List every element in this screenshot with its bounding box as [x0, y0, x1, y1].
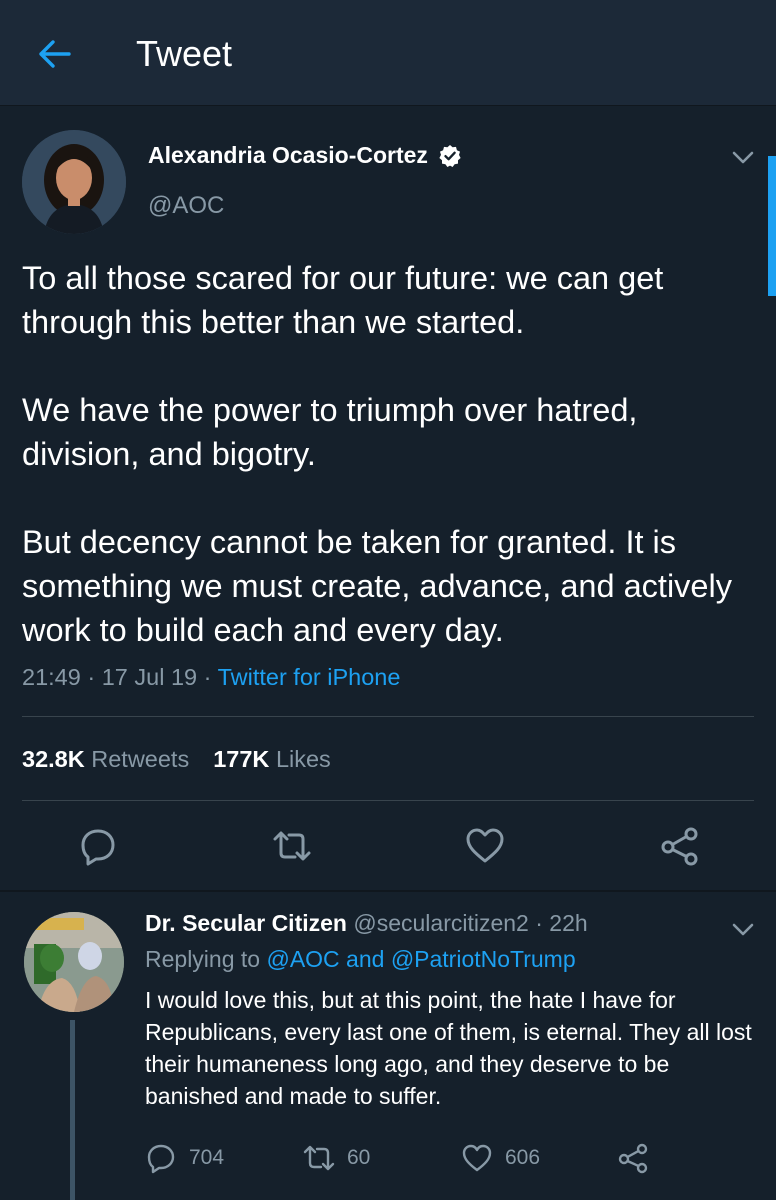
like-icon	[462, 1144, 492, 1172]
reply-icon[interactable]	[78, 826, 118, 866]
reply-retweet-button[interactable]: 60	[303, 1142, 370, 1174]
tweet-time: 21:49	[22, 664, 81, 690]
chevron-down-icon[interactable]	[728, 146, 758, 170]
meta-separator: ·	[87, 664, 96, 690]
arrow-left-icon	[39, 40, 71, 68]
tweet-meta: 21:49 · 17 Jul 19 · Twitter for iPhone	[22, 664, 400, 691]
tweet-stats: 32.8K Retweets 177K Likes	[22, 746, 355, 773]
reply-text: I would love this, but at this point, th…	[145, 987, 752, 1109]
avatar[interactable]	[22, 130, 126, 234]
reply-reply-button[interactable]: 704	[145, 1142, 224, 1174]
main-tweet: Alexandria Ocasio-Cortez @AOC To all tho…	[0, 106, 776, 892]
retweets-count: 32.8K	[22, 746, 85, 772]
tweet-date: 17 Jul 19	[101, 664, 198, 690]
tweet-paragraph: But decency cannot be taken for granted.…	[22, 524, 732, 648]
top-app-bar: Tweet	[0, 0, 776, 106]
reply-author-name[interactable]: Dr. Secular Citizen	[145, 910, 347, 936]
share-icon	[618, 1143, 648, 1174]
retweets-label: Retweets	[91, 746, 190, 772]
likes-stat[interactable]: 177K Likes	[213, 746, 331, 773]
like-icon[interactable]	[465, 826, 505, 866]
reply-time: 22h	[549, 910, 588, 936]
replying-to: Replying to @AOC and @PatriotNoTrump	[145, 946, 576, 973]
back-button[interactable]	[34, 36, 74, 72]
share-icon[interactable]	[660, 826, 700, 866]
tweet-actions	[0, 826, 776, 876]
reply-tweet[interactable]: Dr. Secular Citizen @secularcitizen2 · 2…	[0, 892, 776, 1200]
page-title: Tweet	[136, 33, 233, 74]
tweet-paragraph: To all those scared for our future: we c…	[22, 260, 664, 340]
reply-count: 704	[189, 1146, 225, 1169]
divider	[22, 800, 754, 801]
retweet-count: 60	[347, 1146, 371, 1169]
tweet-source-link[interactable]: Twitter for iPhone	[218, 664, 401, 690]
divider	[22, 716, 754, 717]
author-name[interactable]: Alexandria Ocasio-Cortez	[148, 142, 428, 169]
verified-badge-icon	[439, 144, 461, 167]
reply-author-handle[interactable]: @secularcitizen2	[353, 910, 528, 936]
likes-label: Likes	[275, 746, 331, 772]
reply-like-button[interactable]: 606	[461, 1142, 540, 1174]
retweet-icon[interactable]	[272, 826, 312, 866]
reply-actions: 704 60 606	[145, 1142, 745, 1182]
author-name-row[interactable]: Alexandria Ocasio-Cortez	[148, 142, 462, 169]
likes-count: 177K	[213, 746, 270, 772]
avatar[interactable]	[24, 912, 124, 1012]
profile-photo	[22, 130, 126, 234]
tweet-text: To all those scared for our future: we c…	[22, 256, 752, 652]
reply-share-button[interactable]	[617, 1142, 661, 1174]
time-separator: ·	[535, 910, 543, 936]
like-count: 606	[505, 1146, 541, 1169]
retweet-icon	[303, 1145, 335, 1171]
profile-photo	[24, 912, 124, 1012]
reply-icon	[147, 1144, 175, 1174]
retweets-stat[interactable]: 32.8K Retweets	[22, 746, 189, 773]
thread-line	[70, 1020, 75, 1200]
meta-separator: ·	[203, 664, 212, 690]
replying-prefix: Replying to	[145, 946, 261, 972]
tweet-paragraph: We have the power to triumph over hatred…	[22, 392, 638, 472]
scrollbar[interactable]	[768, 156, 776, 296]
chevron-down-icon[interactable]	[728, 918, 758, 942]
author-handle[interactable]: @AOC	[148, 192, 224, 220]
replying-mentions[interactable]: @AOC and @PatriotNoTrump	[266, 946, 575, 972]
reply-header: Dr. Secular Citizen @secularcitizen2 · 2…	[145, 910, 588, 937]
